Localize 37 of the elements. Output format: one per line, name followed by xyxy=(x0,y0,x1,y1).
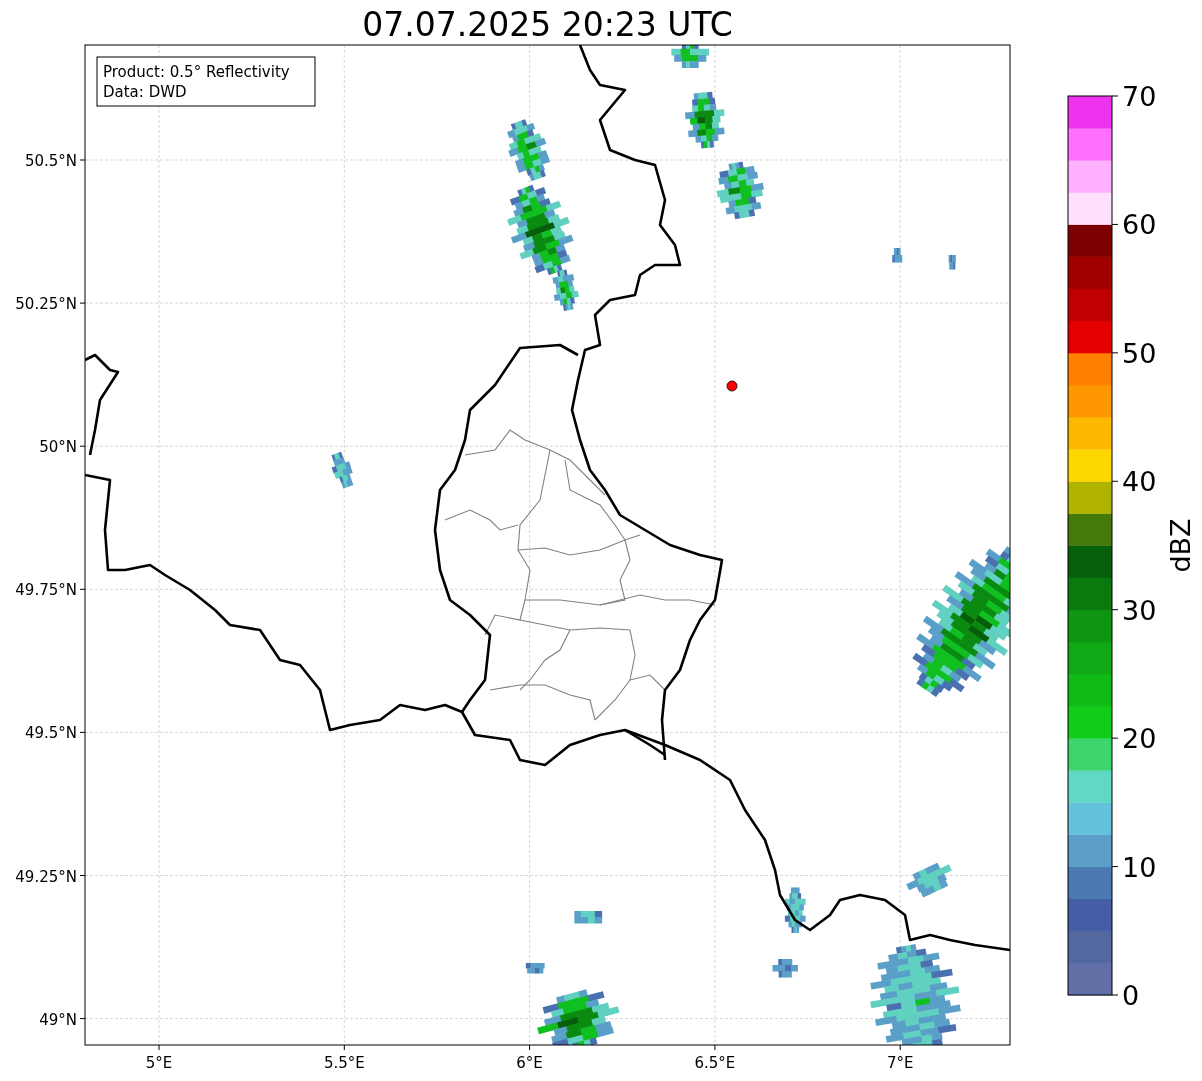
colorbar-label: dBZ xyxy=(1165,518,1196,573)
colorbar-tick-label: 70 xyxy=(1122,81,1157,112)
latitude-label: 50°N xyxy=(39,438,77,457)
radar-site-marker xyxy=(726,380,738,392)
latitude-label: 49°N xyxy=(39,1010,77,1029)
latitude-label: 49.5°N xyxy=(24,724,77,743)
colorbar-tick-label: 50 xyxy=(1122,337,1157,369)
radar-echo xyxy=(906,862,952,898)
radar-echo xyxy=(716,161,764,220)
radar-echo xyxy=(507,119,551,182)
latitude-label: 50.25°N xyxy=(15,295,77,314)
colorbar-tick-label: 10 xyxy=(1122,851,1157,883)
longitude-label: 7°E xyxy=(886,1054,914,1072)
longitude-label: 5.5°E xyxy=(323,1054,365,1072)
radar-echo xyxy=(525,963,545,974)
latitude-label: 49.75°N xyxy=(15,581,77,600)
info-text: Data: DWD xyxy=(103,83,187,101)
longitude-label: 6.5°E xyxy=(694,1054,736,1072)
longitude-label: 6°E xyxy=(516,1054,543,1072)
latitude-label: 50.5°N xyxy=(24,152,77,170)
radar-echo xyxy=(784,887,806,933)
radar-echo xyxy=(671,45,710,68)
colorbar-tick-label: 40 xyxy=(1122,466,1157,498)
colorbar-tick-label: 0 xyxy=(1122,980,1140,1011)
chart-title: 07.07.2025 20:23 UTC xyxy=(362,5,733,44)
radar-echo xyxy=(684,91,725,149)
colorbar-tick-label: 30 xyxy=(1122,594,1157,626)
info-text: Product: 0.5° Reflectivity xyxy=(103,63,290,81)
radar-echo xyxy=(574,911,603,924)
radar-echo xyxy=(772,959,798,978)
colorbar-tick-label: 20 xyxy=(1122,723,1157,755)
radar-echo xyxy=(331,451,354,489)
radar-echo xyxy=(892,248,903,263)
colorbar-tick-label: 60 xyxy=(1122,209,1157,241)
longitude-label: 5°E xyxy=(145,1054,173,1072)
latitude-label: 49.25°N xyxy=(15,867,77,886)
radar-echo xyxy=(948,255,956,270)
